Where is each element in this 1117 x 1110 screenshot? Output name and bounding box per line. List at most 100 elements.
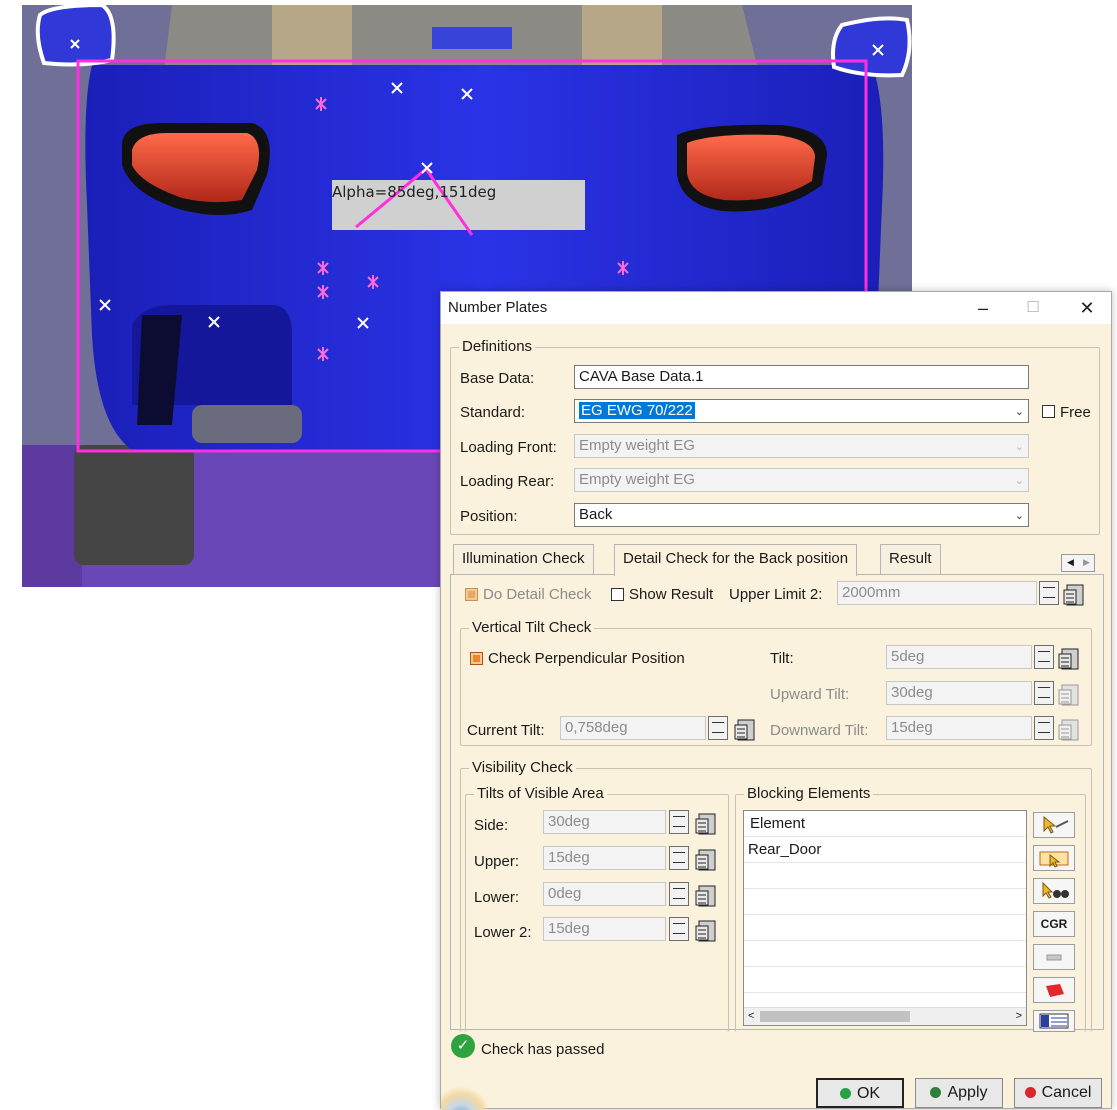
show-result-label: Show Result — [629, 586, 714, 603]
list-item-empty[interactable] — [744, 889, 1026, 915]
upper-spinner[interactable] — [669, 846, 689, 870]
lower-2-field[interactable]: 15deg — [543, 917, 666, 941]
formula-calculator-icon[interactable] — [693, 846, 719, 872]
current-tilt-label: Current Tilt: — [467, 722, 545, 739]
base-data-field[interactable]: CAVA Base Data.1 — [574, 365, 1029, 389]
list-item-empty[interactable] — [744, 863, 1026, 889]
position-value: Back — [579, 506, 613, 523]
list-header[interactable]: Element — [744, 811, 1026, 837]
upward-tilt-label: Upward Tilt: — [770, 686, 850, 703]
dialog-title: Number Plates — [448, 299, 548, 316]
upward-tilt-field[interactable]: 30deg — [886, 681, 1032, 705]
current-tilt-field[interactable]: 0,758deg — [560, 716, 706, 740]
chevron-down-icon[interactable]: ⌄ — [1015, 472, 1024, 490]
chevron-down-icon[interactable]: ⌄ — [1015, 403, 1024, 421]
chevron-down-icon[interactable]: ⌄ — [1015, 507, 1024, 525]
formula-calculator-icon[interactable] — [693, 917, 719, 943]
list-item-empty[interactable] — [744, 967, 1026, 993]
tilt-spinner[interactable] — [1034, 645, 1054, 669]
free-checkbox[interactable] — [1042, 405, 1055, 418]
base-data-label: Base Data: — [460, 370, 535, 387]
list-view-icon — [1039, 1013, 1069, 1029]
cancel-label: Cancel — [1041, 1084, 1092, 1101]
list-item-empty[interactable] — [744, 915, 1026, 941]
lower-field[interactable]: 0deg — [543, 882, 666, 906]
side-field[interactable]: 30deg — [543, 810, 666, 834]
standard-label: Standard: — [460, 404, 526, 421]
title-bar[interactable]: Number Plates – ☐ ✕ — [441, 292, 1111, 324]
standard-value: EG EWG 70/222 — [579, 402, 695, 419]
apply-label: Apply — [947, 1084, 988, 1101]
loading-rear-value: Empty weight EG — [579, 471, 695, 488]
side-spinner[interactable] — [669, 810, 689, 834]
upper-limit-field[interactable]: 2000mm — [837, 581, 1037, 605]
selection-box-icon — [1039, 851, 1069, 868]
red-block-icon — [1046, 984, 1064, 997]
loading-rear-combo[interactable]: Empty weight EG ⌄ — [574, 468, 1029, 492]
delete-element-button[interactable] — [1033, 977, 1075, 1003]
loading-front-value: Empty weight EG — [579, 437, 695, 454]
ok-label: OK — [856, 1085, 881, 1102]
check-perpendicular-checkbox[interactable] — [470, 652, 483, 665]
upward-tilt-spinner[interactable] — [1034, 681, 1054, 705]
show-result-checkbox[interactable] — [611, 588, 624, 601]
downward-tilt-spinner[interactable] — [1034, 716, 1054, 740]
horizontal-scrollbar[interactable]: < > — [744, 1007, 1026, 1025]
loading-rear-label: Loading Rear: — [460, 473, 555, 490]
formula-calculator-icon[interactable] — [693, 882, 719, 908]
definitions-legend: Definitions — [459, 338, 536, 355]
chevron-right-icon[interactable]: > — [1016, 1010, 1022, 1022]
minimize-button[interactable]: – — [963, 294, 1003, 322]
blocking-elements-list[interactable]: Element Rear_Door < > — [743, 810, 1027, 1026]
tab-result[interactable]: Result — [880, 544, 941, 574]
apply-button[interactable]: Apply — [915, 1078, 1003, 1108]
do-detail-check-label: Do Detail Check — [483, 586, 592, 603]
list-view-button[interactable] — [1033, 1010, 1075, 1032]
upper-field[interactable]: 15deg — [543, 846, 666, 870]
maximize-button[interactable]: ☐ — [1013, 294, 1053, 322]
formula-calculator-icon[interactable] — [1056, 716, 1082, 742]
chevron-left-icon[interactable]: < — [748, 1010, 754, 1022]
apply-dot-icon — [930, 1087, 942, 1098]
lower-label: Lower: — [474, 889, 520, 906]
scrollbar-thumb[interactable] — [760, 1011, 910, 1022]
standard-combo[interactable]: EG EWG 70/222 ⌄ — [574, 399, 1029, 423]
do-detail-check-checkbox[interactable] — [465, 588, 478, 601]
select-box-button[interactable] — [1033, 845, 1075, 871]
position-label: Position: — [460, 508, 518, 525]
number-plates-dialog: Number Plates – ☐ ✕ Definitions Base Dat… — [440, 291, 1112, 1110]
chevron-left-icon[interactable]: ◀ — [1067, 557, 1074, 568]
formula-calculator-icon[interactable] — [1061, 581, 1087, 607]
upper-limit-spinner[interactable] — [1039, 581, 1059, 605]
list-item-empty[interactable] — [744, 941, 1026, 967]
tilt-label: Tilt: — [770, 650, 794, 667]
remove-button[interactable] — [1033, 944, 1075, 970]
search-select-button[interactable] — [1033, 878, 1075, 904]
formula-calculator-icon[interactable] — [1056, 645, 1082, 671]
upper-label: Upper: — [474, 853, 520, 870]
formula-calculator-icon[interactable] — [1056, 681, 1082, 707]
current-tilt-spinner[interactable] — [708, 716, 728, 740]
loading-front-label: Loading Front: — [460, 439, 557, 456]
close-button[interactable]: ✕ — [1067, 294, 1107, 322]
list-item[interactable]: Rear_Door — [744, 837, 1026, 863]
formula-calculator-icon[interactable] — [693, 810, 719, 836]
tilt-field[interactable]: 5deg — [886, 645, 1032, 669]
formula-calculator-icon[interactable] — [732, 716, 758, 742]
tilts-visible-area-legend: Tilts of Visible Area — [474, 785, 607, 802]
lower-spinner[interactable] — [669, 882, 689, 906]
tab-scroll-arrows[interactable]: ◀ ▶ — [1061, 554, 1095, 572]
loading-front-combo[interactable]: Empty weight EG ⌄ — [574, 434, 1029, 458]
cancel-button[interactable]: Cancel — [1014, 1078, 1102, 1108]
blocking-elements-legend: Blocking Elements — [744, 785, 874, 802]
lower-2-spinner[interactable] — [669, 917, 689, 941]
ok-button[interactable]: OK — [816, 1078, 904, 1108]
cgr-button[interactable]: CGR — [1033, 911, 1075, 937]
select-pointer-button[interactable] — [1033, 812, 1075, 838]
chevron-right-icon[interactable]: ▶ — [1083, 557, 1090, 568]
tab-detail-check-back[interactable]: Detail Check for the Back position — [614, 544, 858, 576]
downward-tilt-field[interactable]: 15deg — [886, 716, 1032, 740]
position-combo[interactable]: Back ⌄ — [574, 503, 1029, 527]
chevron-down-icon[interactable]: ⌄ — [1015, 438, 1024, 456]
tab-illumination-check[interactable]: Illumination Check — [453, 544, 594, 574]
